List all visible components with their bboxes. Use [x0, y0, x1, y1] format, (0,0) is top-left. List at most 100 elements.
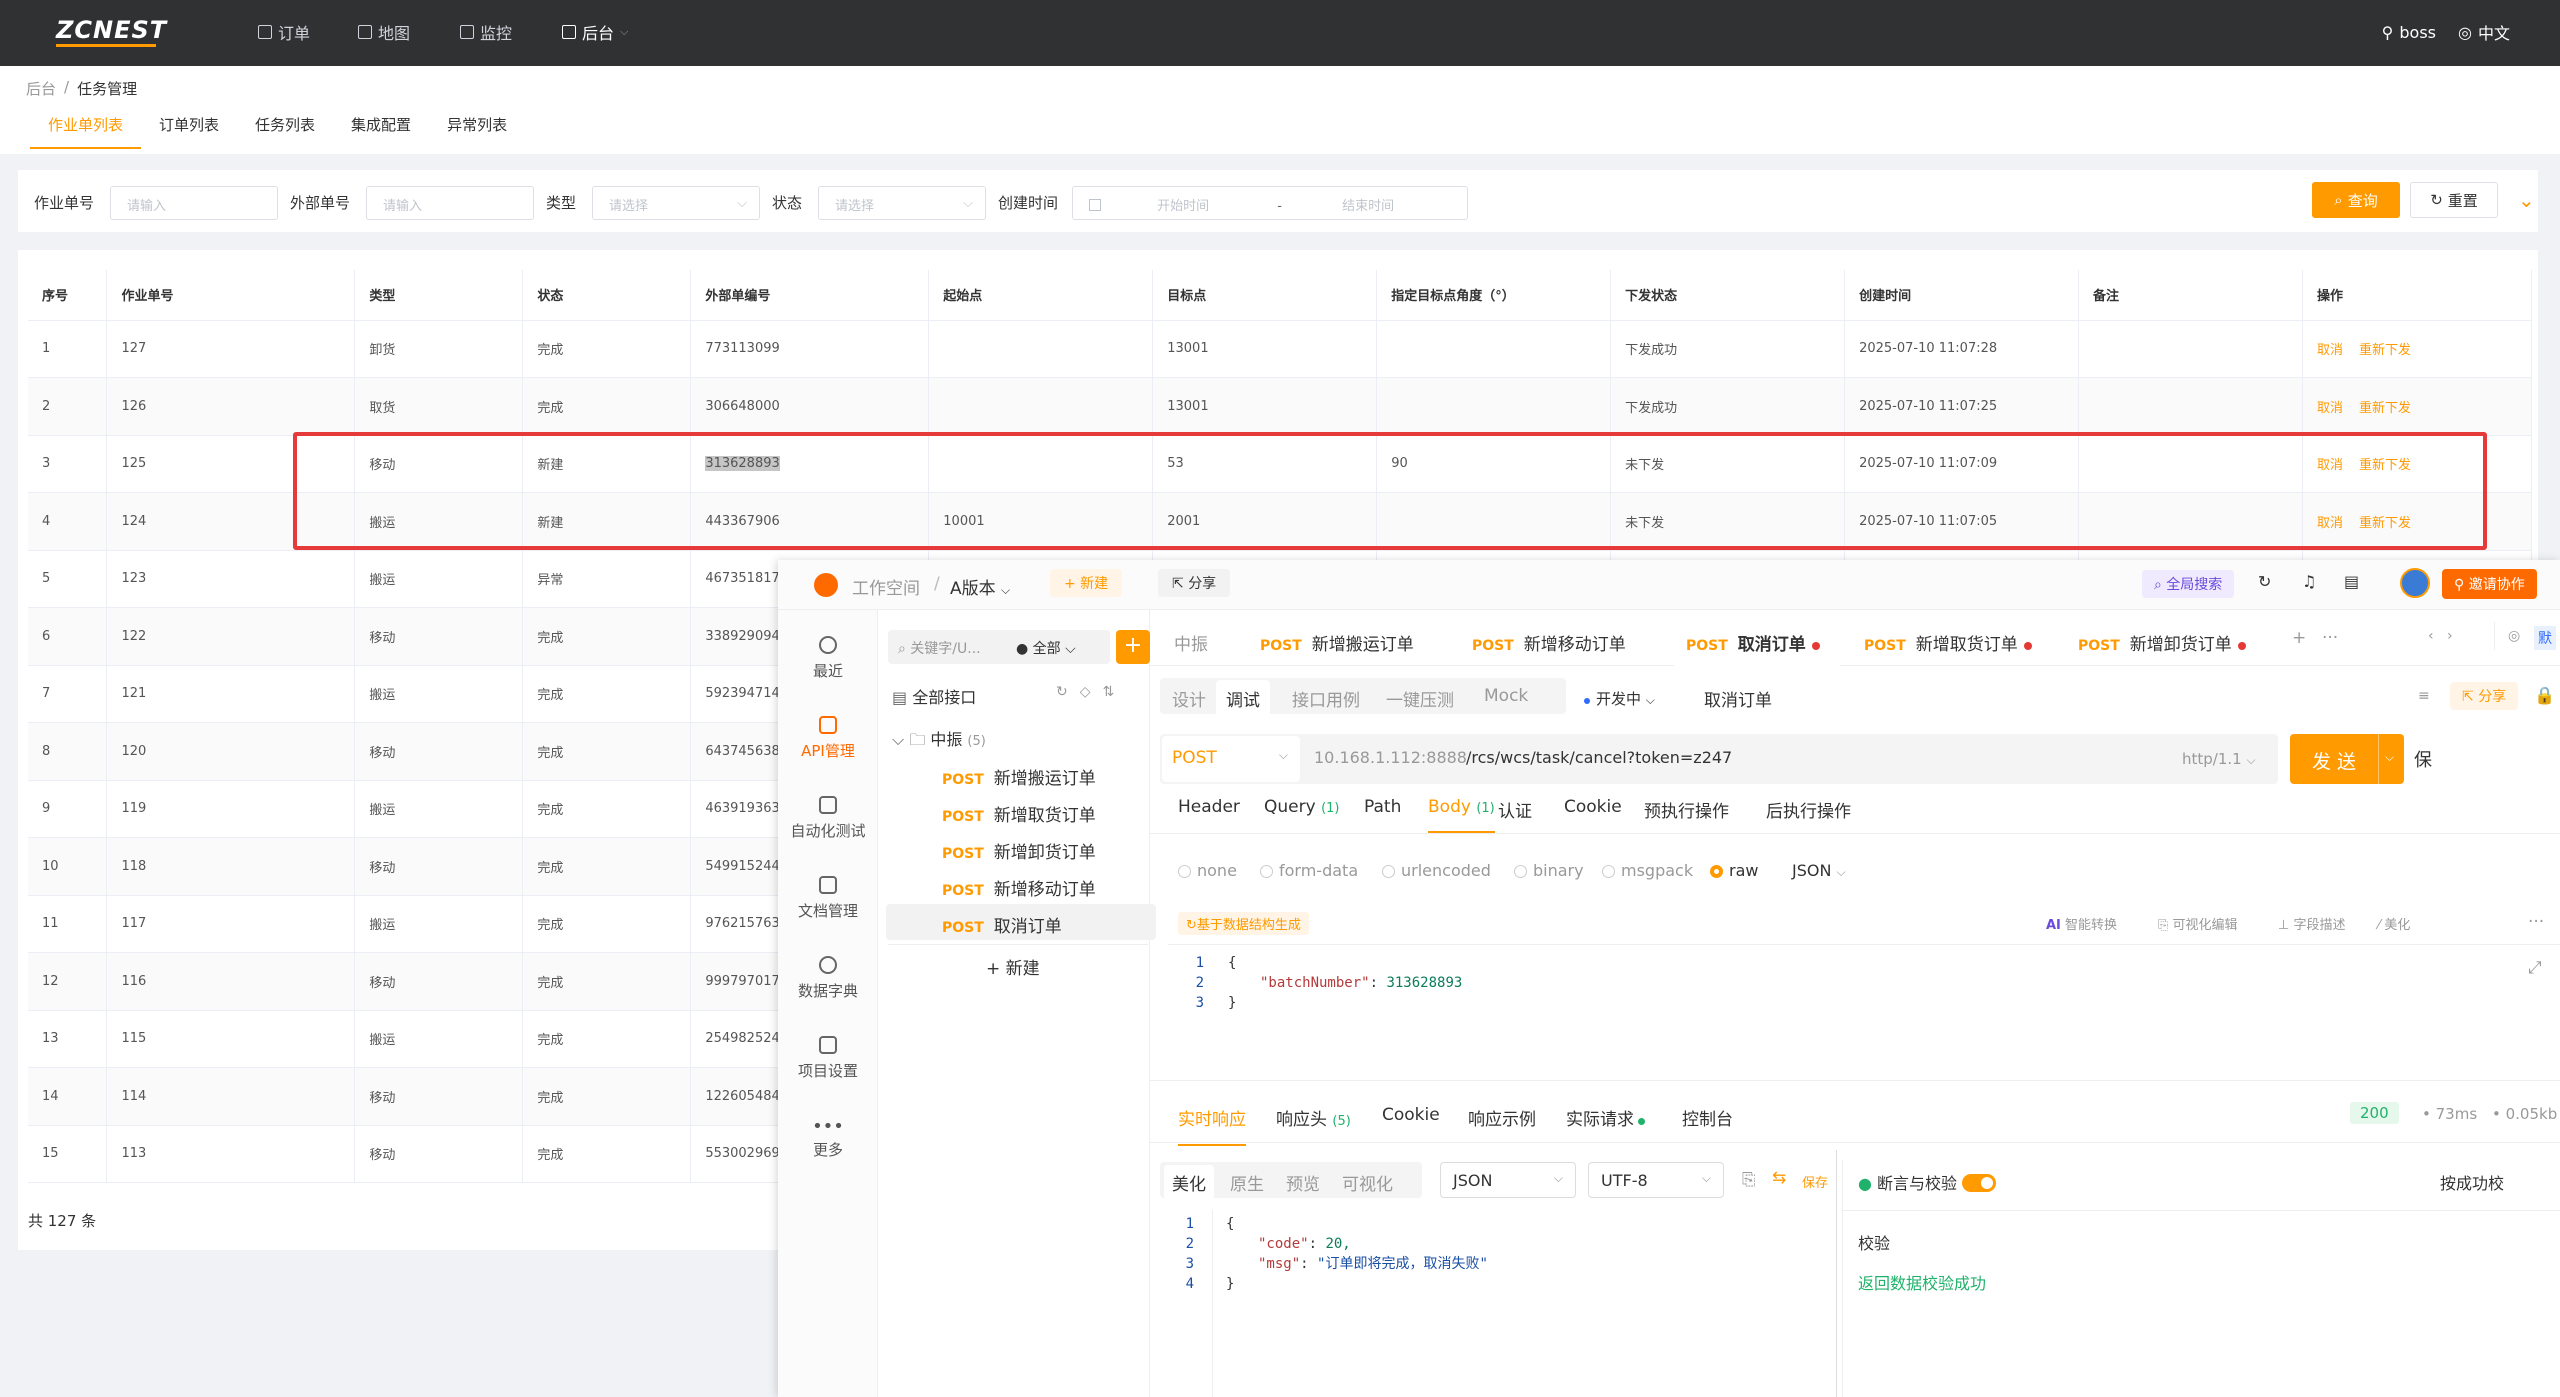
env-icon[interactable]: ◎ [2508, 628, 2520, 644]
ext-no-input[interactable]: 请输入 [366, 186, 534, 220]
new-button[interactable]: + 新建 [1050, 569, 1123, 597]
req-tab-query[interactable]: Query (1) [1264, 797, 1340, 817]
tree-item[interactable]: POST 新增卸货订单 [942, 838, 1096, 863]
version-switch[interactable]: A版本 ⌵ [950, 574, 1010, 599]
status-select[interactable]: 请选择 ⌵ [818, 186, 986, 220]
mode-tab-design[interactable]: 设计 [1172, 686, 1206, 711]
body-type-raw[interactable]: raw [1710, 861, 1758, 880]
resend-link[interactable]: 重新下发 [2359, 343, 2411, 358]
share-button[interactable]: ⇱ 分享 [1158, 569, 1231, 597]
doc-tab[interactable]: POST 新增移动订单 [1472, 630, 1626, 655]
tree-item[interactable]: POST 新增移动订单 [942, 875, 1096, 900]
body-type-form-data[interactable]: form-data [1260, 861, 1358, 880]
reset-button[interactable]: ↻ 重置 [2410, 182, 2498, 218]
tree-item[interactable]: POST 新增取货订单 [942, 801, 1096, 826]
scope-select[interactable]: ● 全部 ⌵ [1016, 638, 1076, 658]
req-tab-post[interactable]: 后执行操作 [1766, 797, 1851, 822]
req-tab-path[interactable]: Path [1364, 797, 1401, 817]
message-icon[interactable]: ▤ [2344, 572, 2359, 591]
generate-from-schema-button[interactable]: ↻基于数据结构生成 [1178, 912, 1309, 935]
end-date-input[interactable]: 结束时间 [1342, 199, 1394, 214]
job-no-input[interactable]: 请输入 [110, 186, 278, 220]
response-format-select[interactable]: JSON ⌵ [1440, 1162, 1576, 1198]
resp-tab-actual-request[interactable]: 实际请求 [1566, 1105, 1645, 1130]
tab-task-list[interactable]: 任务列表 [237, 114, 333, 149]
tree-search-input[interactable]: ⌕ 关键字/U... ● 全部 ⌵ [888, 630, 1110, 664]
lock-icon[interactable]: 🔒 [2534, 686, 2555, 706]
doc-tab-active[interactable]: POST 取消订单 [1686, 630, 1820, 655]
send-button[interactable]: 发 送 ⌵ [2290, 734, 2404, 784]
env-default[interactable]: 默 [2534, 626, 2556, 650]
date-range-picker[interactable]: 开始时间 - 结束时间 [1072, 186, 1468, 220]
resp-tab-realtime[interactable]: 实时响应 [1178, 1105, 1246, 1146]
resp-tab-console[interactable]: 控制台 [1682, 1105, 1733, 1130]
tree-item-cancel-order[interactable]: POST 取消订单 [942, 912, 1062, 937]
host-prefix[interactable]: 10.168.1.112:8888 [1314, 748, 1467, 767]
share-doc-button[interactable]: ⇱ 分享 [2450, 682, 2519, 710]
req-tab-pre[interactable]: 预执行操作 [1644, 797, 1729, 822]
doc-tab[interactable]: POST 新增卸货订单 [2078, 630, 2246, 655]
avatar[interactable] [2400, 568, 2430, 598]
more-icon[interactable]: ··· [2528, 912, 2544, 932]
mode-tab-stress[interactable]: 一键压测 [1386, 686, 1454, 711]
nav-map[interactable]: 地图 [358, 20, 410, 44]
format-icon[interactable]: ≡ [2418, 688, 2430, 704]
beautify-button[interactable]: ⁄ 美化 [2378, 914, 2410, 933]
sync-icon[interactable]: ↻ [2258, 572, 2271, 591]
cancel-link[interactable]: 取消 [2317, 401, 2343, 416]
start-date-input[interactable]: 开始时间 [1157, 199, 1209, 214]
resend-link[interactable]: 重新下发 [2359, 401, 2411, 416]
nav-automation-test[interactable]: 自动化测试 [778, 796, 878, 841]
doc-tab-folder[interactable]: 中振 [1174, 630, 1208, 655]
body-type-none[interactable]: none [1178, 861, 1237, 880]
protocol-select[interactable]: http/1.1 ⌵ [2182, 750, 2256, 768]
body-type-msgpack[interactable]: msgpack [1602, 861, 1693, 880]
tree-new-button[interactable]: + 新建 [986, 954, 1040, 979]
req-tab-auth[interactable]: 认证 [1498, 797, 1532, 822]
tab-integration-config[interactable]: 集成配置 [333, 114, 429, 149]
tree-item[interactable]: POST 新增搬运订单 [942, 764, 1096, 789]
body-type-urlencoded[interactable]: urlencoded [1382, 861, 1491, 880]
nav-backend[interactable]: 后台 ⌵ [562, 20, 628, 44]
smart-convert-button[interactable]: AI 智能转换 [2046, 914, 2117, 933]
mode-tab-cases[interactable]: 接口用例 [1292, 686, 1360, 711]
resp-tab-examples[interactable]: 响应示例 [1468, 1105, 1536, 1130]
language-switch[interactable]: ◎ 中文 [2458, 20, 2510, 44]
add-api-button[interactable]: + [1116, 630, 1150, 664]
tab-job-list[interactable]: 作业单列表 [30, 114, 142, 149]
global-search-button[interactable]: ⌕ 全局搜索 [2142, 570, 2235, 598]
url-path-input[interactable]: /rcs/wcs/task/cancel?token=z247 [1466, 748, 1732, 767]
resp-tab-headers[interactable]: 响应头 (5) [1276, 1105, 1351, 1130]
encoding-select[interactable]: UTF-8 ⌵ [1588, 1162, 1724, 1198]
cancel-link[interactable]: 取消 [2317, 343, 2343, 358]
view-tab-pretty[interactable]: 美化 [1164, 1165, 1214, 1200]
tree-folder-zhongzhen[interactable]: ⌵ 🗀 中振 (5) [892, 726, 986, 756]
save-response-button[interactable]: 保存 [1802, 1172, 1828, 1191]
req-tab-body[interactable]: Body (1) [1428, 797, 1495, 833]
invite-button[interactable]: ⚲ 邀请协作 [2442, 569, 2537, 599]
search-button[interactable]: ⌕ 查询 [2312, 182, 2400, 218]
tab-scroll-icon[interactable]: ‹ › [2428, 628, 2453, 644]
field-desc-button[interactable]: ⊥ 字段描述 [2278, 914, 2345, 933]
view-tab-raw[interactable]: 原生 [1230, 1170, 1264, 1195]
tab-exception-list[interactable]: 异常列表 [429, 114, 525, 149]
assertion-toggle[interactable] [1962, 1174, 1997, 1192]
nav-api-management[interactable]: API管理 [778, 716, 878, 761]
nav-project-settings[interactable]: 项目设置 [778, 1036, 878, 1081]
method-select[interactable]: POST ⌵ [1162, 736, 1300, 782]
assert-mode-select[interactable]: 按成功校 [2440, 1170, 2504, 1194]
mode-tab-debug[interactable]: 调试 [1216, 680, 1270, 717]
breadcrumb-backend[interactable]: 后台 [26, 78, 56, 99]
chevron-down-icon[interactable]: ⌵ [2378, 734, 2404, 784]
env-status-select[interactable]: 开发中 ⌵ [1584, 688, 1655, 709]
doc-tab[interactable]: POST 新增取货订单 [1864, 630, 2032, 655]
nav-docs[interactable]: 文档管理 [778, 876, 878, 921]
nav-orders[interactable]: 订单 [258, 20, 310, 44]
wrap-icon[interactable]: ⇆ [1772, 1168, 1786, 1188]
tab-order-list[interactable]: 订单列表 [141, 114, 237, 149]
user-menu[interactable]: ⚲ boss [2382, 23, 2436, 42]
bell-icon[interactable]: ♫ [2302, 572, 2316, 591]
doc-tab[interactable]: POST 新增搬运订单 [1260, 630, 1414, 655]
req-tab-header[interactable]: Header [1178, 797, 1240, 817]
raw-format-select[interactable]: JSON ⌵ [1792, 861, 1846, 880]
